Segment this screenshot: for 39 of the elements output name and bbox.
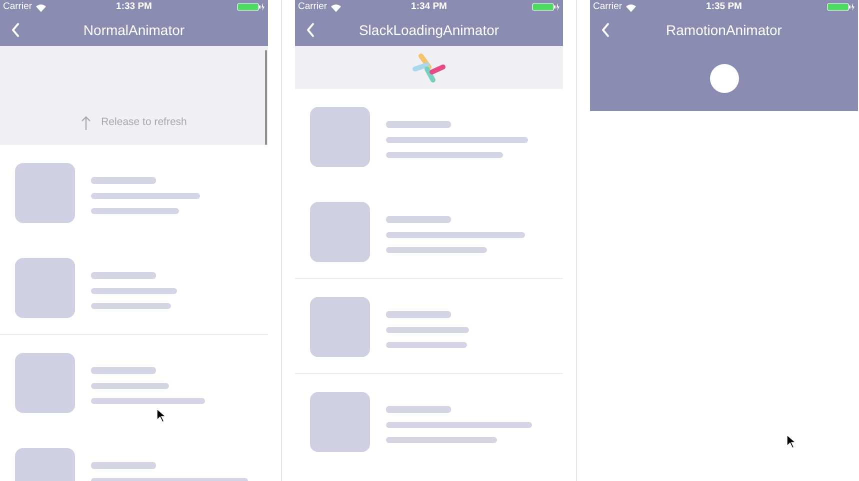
- placeholder-thumbnail: [15, 163, 75, 223]
- status-time: 1:35 PM: [706, 0, 742, 12]
- back-icon[interactable]: [306, 23, 315, 37]
- placeholder-thumbnail: [15, 353, 75, 413]
- placeholder-line: [386, 311, 451, 318]
- loading-ball: [710, 64, 738, 93]
- placeholder-line: [386, 216, 451, 223]
- mouse-cursor-icon: [156, 408, 167, 423]
- loading-spinner-icon: [412, 52, 446, 84]
- back-icon[interactable]: [11, 23, 20, 37]
- placeholder-line: [91, 462, 156, 469]
- carrier-text: Carrier: [298, 0, 328, 14]
- back-icon[interactable]: [601, 23, 610, 37]
- status-time: 1:33 PM: [116, 0, 152, 12]
- screen-title: RamotionAnimator: [665, 20, 783, 40]
- placeholder-thumbnail: [310, 202, 370, 262]
- placeholder-thumbnail: [310, 107, 370, 167]
- placeholder-line: [91, 272, 156, 279]
- battery-icon: [532, 3, 560, 11]
- placeholder-thumbnail: [15, 258, 75, 318]
- wifi-icon: [35, 2, 48, 12]
- refresh-status-text: Release to refresh: [101, 115, 187, 130]
- screen-title: SlackLoadingAnimator: [358, 20, 500, 40]
- screen-title: NormalAnimator: [82, 20, 186, 40]
- carrier-text: Carrier: [3, 0, 32, 14]
- placeholder-thumbnail: [310, 297, 370, 357]
- battery-icon: [827, 3, 855, 11]
- placeholder-line: [91, 367, 156, 374]
- placeholder-line: [386, 121, 451, 128]
- placeholder-line: [386, 406, 451, 413]
- wifi-icon: [625, 2, 638, 12]
- placeholder-line: [91, 177, 156, 184]
- battery-icon: [237, 3, 265, 11]
- carrier-text: Carrier: [593, 0, 622, 14]
- mouse-cursor-icon: [786, 434, 797, 449]
- arrow-up-icon: [81, 116, 92, 131]
- status-time: 1:34 PM: [411, 0, 447, 12]
- placeholder-thumbnail: [310, 392, 370, 452]
- wifi-icon: [330, 2, 342, 12]
